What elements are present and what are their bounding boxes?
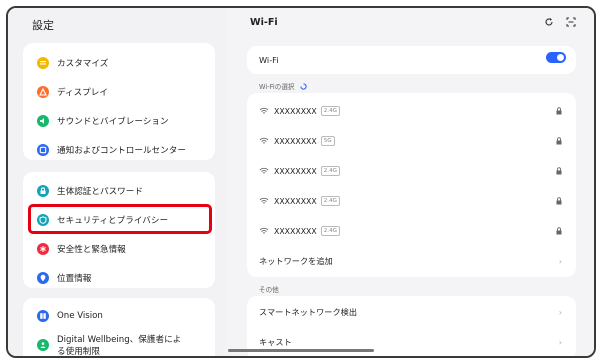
sidebar-item-label: 位置情報 — [57, 274, 92, 284]
wifi-toggle-label: Wi-Fi — [259, 55, 279, 65]
page-title: Wi-Fi — [250, 17, 278, 28]
settings-sidebar: 設定 カスタマイズ ディスプレイ サウンドとバイブレーション 通知およびコントロ… — [8, 8, 225, 356]
band-badge: 2.4G — [320, 106, 340, 116]
wifi-signal-icon — [259, 137, 269, 144]
sidebar-item-customize[interactable]: カスタマイズ — [37, 53, 108, 73]
smart-network-detect-label: スマートネットワーク検出 — [259, 307, 358, 317]
wellbeing-icon — [37, 339, 49, 351]
sidebar-item-display[interactable]: ディスプレイ — [37, 82, 108, 102]
sidebar-item-label: カスタマイズ — [57, 59, 109, 69]
sidebar-item-label: 通知およびコントロールセンター — [57, 146, 186, 156]
add-network-label: ネットワークを追加 — [259, 256, 333, 266]
lock-icon — [37, 185, 49, 197]
network-row[interactable]: XXXXXXXX 5G — [259, 131, 564, 151]
lock-icon — [556, 227, 562, 235]
sidebar-item-label: サウンドとバイブレーション — [57, 117, 169, 127]
display-icon — [37, 86, 49, 98]
sidebar-item-notifications[interactable]: 通知およびコントロールセンター — [37, 140, 186, 160]
sidebar-item-digital-wellbeing[interactable]: Digital Wellbeing、保護者による使用制限 — [37, 334, 187, 357]
network-ssid: XXXXXXXX — [274, 226, 317, 236]
wifi-toggle-row[interactable]: Wi-Fi — [259, 50, 564, 70]
lock-icon — [556, 197, 562, 205]
network-row[interactable]: XXXXXXXX 2.4G — [259, 161, 564, 181]
speaker-icon — [37, 115, 49, 127]
network-row[interactable]: XXXXXXXX 2.4G — [259, 101, 564, 121]
lock-icon — [556, 167, 562, 175]
sidebar-group-other: One Vision Digital Wellbeing、保護者による使用制限 — [23, 298, 215, 357]
scanning-spinner-icon — [299, 82, 307, 90]
network-ssid: XXXXXXXX — [274, 106, 317, 116]
sidebar-item-label: 生体認証とパスワード — [57, 187, 143, 197]
wifi-panel: Wi-Fi Wi-Fi Wi-Fiの選択 XXXXXXXX 2.4G XXXXX… — [225, 8, 594, 356]
scan-icon[interactable] — [566, 17, 576, 27]
wifi-toggle-switch[interactable] — [546, 52, 566, 63]
wifi-toggle-card: Wi-Fi — [247, 46, 576, 74]
sidebar-item-location[interactable]: 位置情報 — [37, 268, 91, 288]
sidebar-item-one-vision[interactable]: One Vision — [37, 306, 103, 326]
location-pin-icon — [37, 272, 49, 284]
band-badge: 5G — [320, 136, 335, 146]
sidebar-item-biometrics[interactable]: 生体認証とパスワード — [37, 181, 143, 201]
network-ssid: XXXXXXXX — [274, 166, 317, 176]
sidebar-item-label: Digital Wellbeing、保護者による使用制限 — [57, 335, 182, 357]
asterisk-icon — [37, 243, 49, 255]
chevron-right-icon: › — [558, 307, 562, 317]
refresh-icon[interactable] — [544, 17, 554, 27]
lock-icon — [556, 137, 562, 145]
band-badge: 2.4G — [320, 166, 340, 176]
wifi-select-label: Wi-Fiの選択 — [259, 83, 295, 91]
network-ssid: XXXXXXXX — [274, 136, 317, 146]
sidebar-item-label: One Vision — [57, 311, 103, 321]
add-network-row[interactable]: ネットワークを追加 › — [259, 251, 564, 271]
other-label: その他 — [259, 286, 279, 294]
network-row[interactable]: XXXXXXXX 2.4G — [259, 191, 564, 211]
network-row[interactable]: XXXXXXXX 2.4G — [259, 221, 564, 241]
band-badge: 2.4G — [320, 226, 340, 236]
network-ssid: XXXXXXXX — [274, 196, 317, 206]
highlight-box — [28, 204, 212, 234]
wifi-signal-icon — [259, 107, 269, 114]
wifi-signal-icon — [259, 197, 269, 204]
home-indicator[interactable] — [228, 349, 374, 352]
sidebar-group-personalization: カスタマイズ ディスプレイ サウンドとバイブレーション 通知およびコントロールセ… — [23, 43, 215, 160]
sidebar-item-label: ディスプレイ — [57, 88, 108, 98]
chevron-right-icon: › — [558, 337, 562, 347]
sidebar-item-label: 安全性と緊急情報 — [57, 245, 126, 255]
band-badge: 2.4G — [320, 196, 340, 206]
settings-title: 設定 — [32, 19, 54, 32]
notification-icon — [37, 144, 49, 156]
sidebar-item-sound[interactable]: サウンドとバイブレーション — [37, 111, 169, 131]
one-vision-icon — [37, 310, 49, 322]
wifi-signal-icon — [259, 167, 269, 174]
wifi-signal-icon — [259, 227, 269, 234]
device-frame: 設定 カスタマイズ ディスプレイ サウンドとバイブレーション 通知およびコントロ… — [6, 6, 596, 358]
network-list-card: XXXXXXXX 2.4G XXXXXXXX 5G XXXXXXXX 2.4G … — [247, 93, 576, 277]
chevron-right-icon: › — [558, 256, 562, 266]
smart-network-detect-row[interactable]: スマートネットワーク検出 › — [259, 302, 564, 322]
sidebar-item-safety-emergency[interactable]: 安全性と緊急情報 — [37, 239, 126, 259]
lock-icon — [556, 107, 562, 115]
wifi-select-section-label: Wi-Fiの選択 — [259, 81, 307, 91]
other-section-label: その他 — [259, 284, 279, 294]
cast-label: キャスト — [259, 337, 292, 347]
palette-icon — [37, 57, 49, 69]
